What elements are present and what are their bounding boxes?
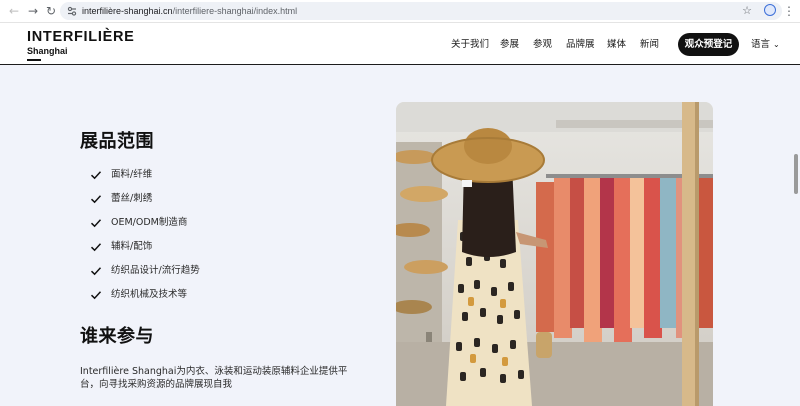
- language-label: 语言: [751, 39, 771, 50]
- scope-list: 面料/纤维 蕾丝/刺绣 OEM/ODM制造商 辅料/配饰 纺织品设计/流行趋势 …: [90, 163, 200, 307]
- list-item-label: 蕾丝/刺绣: [111, 193, 153, 204]
- visitors-title: 谁来参与: [80, 326, 154, 347]
- profile-avatar-icon[interactable]: [764, 4, 776, 16]
- back-arrow-icon[interactable]: ←: [6, 3, 22, 19]
- list-item-label: 纺织机械及技术等: [111, 289, 188, 300]
- nav-media[interactable]: 媒体: [607, 39, 626, 51]
- nav-visit[interactable]: 参观: [533, 39, 552, 51]
- language-selector[interactable]: 语言 ⌄: [751, 39, 780, 51]
- url-path: /interfiliere-shanghai/index.html: [172, 6, 298, 16]
- url-text[interactable]: interfilière-shanghai.cn/interfiliere-sh…: [82, 4, 297, 18]
- logo-underline: [27, 59, 41, 61]
- url-host: interfilière-shanghai.cn: [82, 6, 173, 16]
- list-item: OEM/ODM制造商: [90, 211, 200, 235]
- visitor-registration-button[interactable]: 观众预登记: [678, 33, 739, 56]
- site-logo[interactable]: INTERFILIÈRE Shanghai: [27, 29, 135, 61]
- scope-title: 展品范围: [80, 131, 154, 152]
- address-bar[interactable]: interfilière-shanghai.cn/interfiliere-sh…: [60, 2, 782, 20]
- logo-subtitle: Shanghai: [27, 46, 68, 56]
- exhibition-photo: [396, 102, 713, 406]
- bookmark-star-icon[interactable]: ☆: [742, 3, 752, 19]
- nav-brand-show[interactable]: 品牌展: [566, 39, 595, 51]
- chevron-down-icon: ⌄: [773, 40, 780, 49]
- exhibition-photo-illustration: [396, 102, 713, 406]
- browser-menu-icon[interactable]: ⋮: [783, 3, 795, 19]
- visitors-description: Interfilière Shanghai为内衣、泳装和运动装原辅料企业提供平台…: [80, 366, 348, 390]
- list-item-label: 辅料/配饰: [111, 241, 153, 252]
- list-item-label: 面料/纤维: [111, 169, 153, 180]
- nav-news[interactable]: 新闻: [640, 39, 659, 51]
- checkmark-icon: [90, 291, 102, 300]
- site-settings-icon[interactable]: [66, 5, 78, 17]
- list-item-label: 纺织品设计/流行趋势: [111, 265, 200, 276]
- checkmark-icon: [90, 267, 102, 276]
- list-item-label: OEM/ODM制造商: [111, 217, 188, 228]
- checkmark-icon: [90, 195, 102, 204]
- site-header: INTERFILIÈRE Shanghai 关于我们 参展 参观 品牌展 媒体 …: [0, 23, 800, 65]
- page-scrollbar-track[interactable]: [792, 65, 800, 406]
- checkmark-icon: [90, 243, 102, 252]
- list-item: 纺织品设计/流行趋势: [90, 259, 200, 283]
- list-item: 辅料/配饰: [90, 235, 200, 259]
- nav-exhibit[interactable]: 参展: [500, 39, 519, 51]
- list-item: 面料/纤维: [90, 163, 200, 187]
- checkmark-icon: [90, 171, 102, 180]
- list-item: 蕾丝/刺绣: [90, 187, 200, 211]
- reload-icon[interactable]: ↻: [43, 3, 59, 19]
- logo-wordmark: INTERFILIÈRE: [27, 29, 135, 45]
- checkmark-icon: [90, 219, 102, 228]
- browser-toolbar: ← → ↻ interfilière-shanghai.cn/interfili…: [0, 0, 800, 23]
- list-item: 纺织机械及技术等: [90, 283, 200, 307]
- nav-about[interactable]: 关于我们: [451, 39, 489, 51]
- forward-arrow-icon[interactable]: →: [25, 3, 41, 19]
- page-scrollbar-thumb[interactable]: [794, 154, 798, 194]
